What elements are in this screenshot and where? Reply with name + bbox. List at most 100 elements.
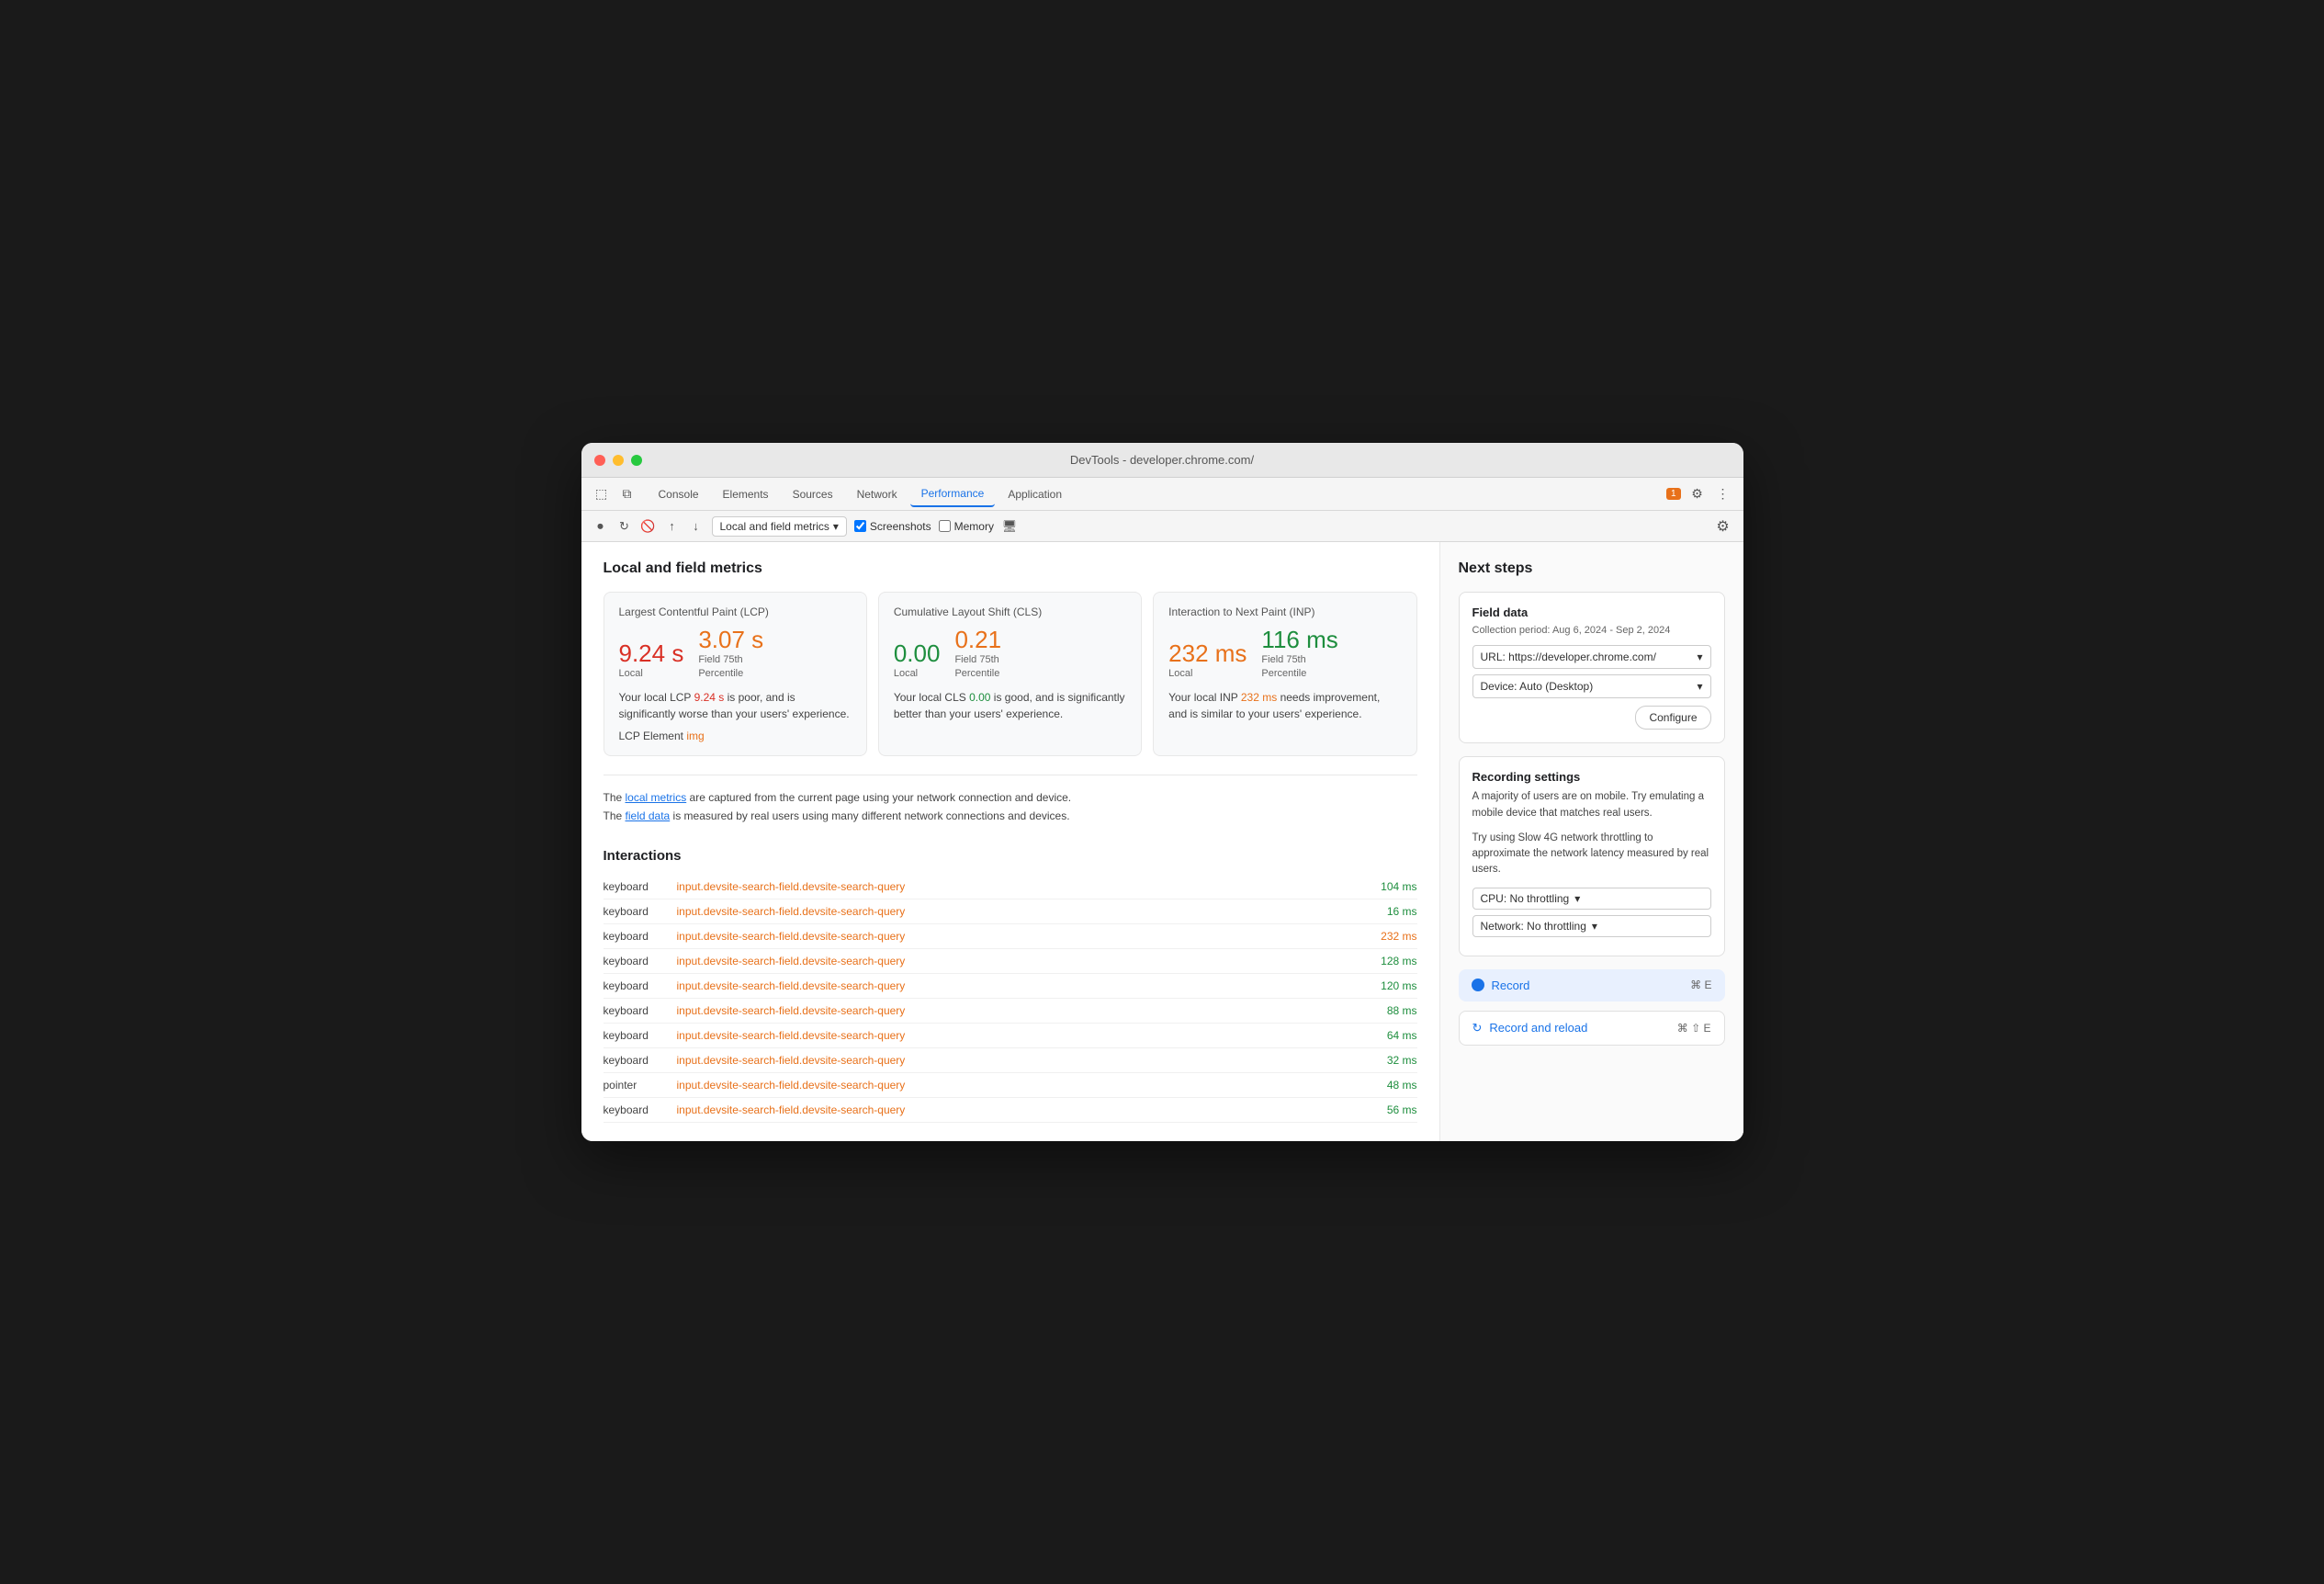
- lcp-desc: Your local LCP 9.24 s is poor, and is si…: [619, 689, 852, 722]
- chevron-down-icon: ▾: [1697, 680, 1702, 693]
- interaction-row: keyboard input.devsite-search-field.devs…: [604, 899, 1417, 924]
- interaction-time: 88 ms: [1353, 1004, 1417, 1017]
- mode-dropdown-label: Local and field metrics: [720, 520, 829, 533]
- upload-icon[interactable]: ↑: [664, 518, 681, 535]
- toolbar-right: 1 ⚙ ⋮: [1666, 485, 1732, 503]
- lcp-field-label: Field 75thPercentile: [698, 653, 763, 680]
- inp-local-label: Local: [1168, 667, 1247, 680]
- cursor-icon[interactable]: ⬚: [592, 485, 611, 503]
- inp-field-group: 116 ms Field 75thPercentile: [1261, 628, 1337, 680]
- screenshots-checkbox[interactable]: Screenshots: [854, 520, 931, 533]
- interaction-row: pointer input.devsite-search-field.devsi…: [604, 1073, 1417, 1098]
- cls-local-group: 0.00 Local: [894, 641, 941, 680]
- interaction-selector[interactable]: input.devsite-search-field.devsite-searc…: [677, 905, 1353, 918]
- inp-values: 232 ms Local 116 ms Field 75thPercentile: [1168, 628, 1401, 680]
- mode-dropdown[interactable]: Local and field metrics ▾: [712, 516, 847, 537]
- record-shortcut: ⌘ E: [1690, 979, 1711, 991]
- cls-field-value: 0.21: [954, 628, 1001, 651]
- interaction-row: keyboard input.devsite-search-field.devs…: [604, 924, 1417, 949]
- interaction-row: keyboard input.devsite-search-field.devs…: [604, 875, 1417, 899]
- field-data-link[interactable]: field data: [626, 809, 671, 822]
- refresh-icon[interactable]: ↻: [616, 518, 633, 535]
- network-select[interactable]: Network: No throttling ▾: [1472, 915, 1711, 937]
- lcp-local-group: 9.24 s Local: [619, 641, 684, 680]
- local-metrics-link[interactable]: local metrics: [626, 791, 687, 804]
- lcp-highlight: 9.24 s: [694, 691, 725, 704]
- cpu-select[interactable]: CPU: No throttling ▾: [1472, 888, 1711, 910]
- left-panel: Local and field metrics Largest Contentf…: [581, 542, 1440, 1140]
- interaction-selector[interactable]: input.devsite-search-field.devsite-searc…: [677, 1079, 1353, 1092]
- record-button[interactable]: Record ⌘ E: [1459, 969, 1725, 1001]
- tab-performance[interactable]: Performance: [910, 481, 996, 507]
- record-reload-button[interactable]: ↻ Record and reload ⌘ ⇧ E: [1459, 1011, 1725, 1046]
- traffic-lights: [594, 455, 642, 466]
- devtools-window: DevTools - developer.chrome.com/ ⬚ ⧉ Con…: [581, 443, 1743, 1140]
- interaction-selector[interactable]: input.devsite-search-field.devsite-searc…: [677, 1103, 1353, 1116]
- maximize-button[interactable]: [631, 455, 642, 466]
- lcp-element-link[interactable]: img: [686, 730, 704, 742]
- tab-network[interactable]: Network: [846, 482, 908, 506]
- titlebar: DevTools - developer.chrome.com/: [581, 443, 1743, 478]
- tab-sources[interactable]: Sources: [782, 482, 844, 506]
- tab-console[interactable]: Console: [648, 482, 710, 506]
- window-title: DevTools - developer.chrome.com/: [1070, 453, 1254, 467]
- inp-card: Interaction to Next Paint (INP) 232 ms L…: [1153, 592, 1416, 756]
- interaction-selector[interactable]: input.devsite-search-field.devsite-searc…: [677, 1004, 1353, 1017]
- lcp-title: Largest Contentful Paint (LCP): [619, 605, 852, 618]
- configure-button[interactable]: Configure: [1635, 706, 1710, 730]
- settings-gear-icon[interactable]: ⚙: [1714, 517, 1732, 536]
- section-title: Local and field metrics: [604, 560, 1417, 577]
- close-button[interactable]: [594, 455, 605, 466]
- record-icon[interactable]: ⏺: [592, 518, 609, 535]
- memory-checkbox[interactable]: Memory: [939, 520, 994, 533]
- record-button-left: Record: [1472, 979, 1530, 992]
- minimize-button[interactable]: [613, 455, 624, 466]
- tab-elements[interactable]: Elements: [712, 482, 780, 506]
- interaction-selector[interactable]: input.devsite-search-field.devsite-searc…: [677, 979, 1353, 992]
- download-icon[interactable]: ↓: [688, 518, 705, 535]
- lcp-local-value: 9.24 s: [619, 641, 684, 665]
- interaction-selector[interactable]: input.devsite-search-field.devsite-searc…: [677, 1054, 1353, 1067]
- settings-icon[interactable]: ⚙: [1688, 485, 1707, 503]
- interaction-type: keyboard: [604, 979, 677, 992]
- cls-field-label: Field 75thPercentile: [954, 653, 1001, 680]
- device-select[interactable]: Device: Auto (Desktop) ▾: [1472, 674, 1711, 698]
- interaction-type: keyboard: [604, 1103, 677, 1116]
- cpu-throttle-icon[interactable]: 🖥: [1001, 518, 1018, 535]
- cls-values: 0.00 Local 0.21 Field 75thPercentile: [894, 628, 1126, 680]
- interaction-selector[interactable]: input.devsite-search-field.devsite-searc…: [677, 955, 1353, 967]
- more-options-icon[interactable]: ⋮: [1714, 485, 1732, 503]
- cls-card: Cumulative Layout Shift (CLS) 0.00 Local…: [878, 592, 1142, 756]
- interaction-time: 16 ms: [1353, 905, 1417, 918]
- field-data-subtitle: Collection period: Aug 6, 2024 - Sep 2, …: [1472, 625, 1711, 636]
- cls-highlight: 0.00: [969, 691, 990, 704]
- tab-application[interactable]: Application: [997, 482, 1073, 506]
- interaction-time: 128 ms: [1353, 955, 1417, 967]
- interaction-selector[interactable]: input.devsite-search-field.devsite-searc…: [677, 930, 1353, 943]
- record-reload-label: Record and reload: [1489, 1021, 1587, 1035]
- inp-highlight: 232 ms: [1241, 691, 1277, 704]
- interaction-selector[interactable]: input.devsite-search-field.devsite-searc…: [677, 880, 1353, 893]
- recording-desc2: Try using Slow 4G network throttling to …: [1472, 831, 1711, 878]
- recording-settings-title: Recording settings: [1472, 770, 1711, 784]
- interaction-row: keyboard input.devsite-search-field.devs…: [604, 949, 1417, 974]
- toolbar-icons: ⬚ ⧉: [592, 485, 637, 503]
- interaction-type: keyboard: [604, 1054, 677, 1067]
- url-select[interactable]: URL: https://developer.chrome.com/ ▾: [1472, 645, 1711, 669]
- lcp-local-label: Local: [619, 667, 684, 680]
- cls-desc: Your local CLS 0.00 is good, and is sign…: [894, 689, 1126, 722]
- clear-icon[interactable]: 🚫: [640, 518, 657, 535]
- inp-field-value: 116 ms: [1261, 628, 1337, 651]
- interaction-type: pointer: [604, 1079, 677, 1092]
- screenshots-label: Screenshots: [870, 520, 931, 533]
- inspect-icon[interactable]: ⧉: [618, 485, 637, 503]
- interaction-time: 56 ms: [1353, 1103, 1417, 1116]
- tabs-container: Console Elements Sources Network Perform…: [648, 481, 1666, 507]
- right-panel: Next steps Field data Collection period:…: [1440, 542, 1743, 1140]
- footnote: The local metrics are captured from the …: [604, 775, 1417, 826]
- interaction-selector[interactable]: input.devsite-search-field.devsite-searc…: [677, 1029, 1353, 1042]
- device-select-label: Device: Auto (Desktop): [1481, 680, 1594, 693]
- lcp-field-value: 3.07 s: [698, 628, 763, 651]
- chevron-down-icon: ▾: [1592, 920, 1597, 933]
- interaction-type: keyboard: [604, 880, 677, 893]
